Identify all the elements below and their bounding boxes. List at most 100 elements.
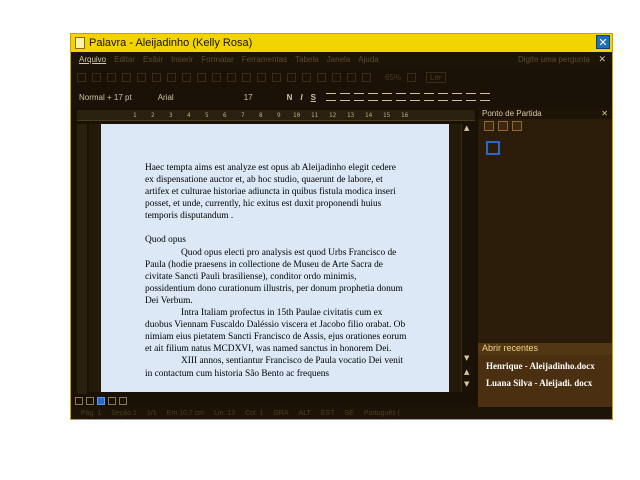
table-icon[interactable] bbox=[317, 72, 326, 82]
status-page: Pág. 1 bbox=[81, 409, 102, 417]
spelling-icon[interactable] bbox=[182, 72, 191, 82]
show-marks-icon[interactable] bbox=[362, 72, 371, 82]
status-mode-ovr[interactable]: SE bbox=[344, 410, 353, 417]
status-position: Em 10,7 cm bbox=[166, 409, 205, 417]
italic-button[interactable]: I bbox=[300, 93, 302, 102]
decrease-indent-icon[interactable] bbox=[423, 93, 434, 101]
open-icon[interactable] bbox=[92, 72, 101, 82]
align-left-icon[interactable] bbox=[325, 93, 336, 101]
status-language: Português ( bbox=[363, 409, 401, 417]
zoom-select[interactable]: 65% bbox=[385, 73, 401, 82]
back-icon[interactable] bbox=[484, 121, 494, 131]
new-icon[interactable] bbox=[77, 72, 86, 82]
border-icon[interactable] bbox=[451, 93, 462, 101]
status-mode-rec[interactable]: GRA bbox=[273, 410, 288, 417]
menu-exibir[interactable]: Exibir bbox=[143, 55, 163, 64]
menu-janela[interactable]: Janela bbox=[327, 55, 351, 64]
status-mode-ext[interactable]: EST bbox=[321, 410, 335, 417]
numbering-icon[interactable] bbox=[395, 93, 406, 101]
ruler-tick: 4 bbox=[187, 112, 191, 119]
formatting-toolbar: Normal + 17 pt Arial 17 N I S bbox=[71, 88, 612, 106]
print-icon[interactable] bbox=[152, 72, 161, 82]
read-button[interactable]: Ler bbox=[426, 71, 446, 83]
redo-icon[interactable] bbox=[287, 72, 296, 82]
menu-arquivo[interactable]: Arquivo bbox=[79, 55, 106, 64]
vertical-scrollbar[interactable]: ▲ ▼ ▲ ▼ bbox=[461, 124, 474, 392]
paste-icon[interactable] bbox=[242, 72, 251, 82]
forward-icon[interactable] bbox=[498, 121, 508, 131]
reading-view-icon[interactable] bbox=[119, 397, 127, 405]
task-pane: Ponto de Partida ✕ Abrir recentes Henriq… bbox=[478, 107, 612, 419]
office-online-icon[interactable] bbox=[486, 141, 500, 155]
menu-editar[interactable]: Editar bbox=[114, 55, 135, 64]
normal-view-icon[interactable] bbox=[75, 397, 83, 405]
ruler-tick: 9 bbox=[277, 112, 281, 119]
ruler-tick: 1 bbox=[133, 112, 137, 119]
font-select[interactable]: Arial bbox=[158, 93, 174, 102]
ruler-tick: 13 bbox=[347, 112, 355, 119]
email-icon[interactable] bbox=[137, 72, 146, 82]
outline-view-icon[interactable] bbox=[108, 397, 116, 405]
highlight-icon[interactable] bbox=[465, 93, 476, 101]
ruler-tick: 11 bbox=[311, 112, 319, 119]
section-heading: Quod opus bbox=[145, 235, 186, 246]
columns-icon[interactable] bbox=[332, 72, 341, 82]
standard-toolbar: 65% Ler bbox=[71, 66, 612, 88]
copy-icon[interactable] bbox=[227, 72, 236, 82]
style-select[interactable]: Normal + 17 pt bbox=[79, 93, 132, 102]
help-icon[interactable] bbox=[407, 72, 417, 82]
permission-icon[interactable] bbox=[122, 72, 131, 82]
underline-button[interactable]: S bbox=[311, 93, 316, 102]
hyperlink-icon[interactable] bbox=[302, 72, 311, 82]
task-pane-close-icon[interactable]: ✕ bbox=[601, 109, 608, 118]
status-line: Lin. 13 bbox=[214, 409, 236, 417]
recent-file[interactable]: Luana Silva - Aleijadi. docx bbox=[486, 378, 592, 388]
research-icon[interactable] bbox=[197, 72, 206, 82]
scroll-up-icon[interactable]: ▲ bbox=[464, 124, 469, 132]
document-page[interactable]: Haec tempta aims est analyze est opus ab… bbox=[101, 124, 449, 392]
horizontal-ruler[interactable]: 1 2 3 4 5 6 7 8 9 10 11 12 13 14 15 16 bbox=[77, 110, 475, 121]
previous-page-icon[interactable]: ▲ bbox=[464, 368, 469, 376]
menu-ferramentas[interactable]: Ferramentas bbox=[242, 55, 287, 64]
align-right-icon[interactable] bbox=[353, 93, 364, 101]
next-page-icon[interactable]: ▼ bbox=[464, 380, 469, 388]
scroll-down-icon[interactable]: ▼ bbox=[464, 354, 469, 362]
paragraph: Haec tempta aims est analyze est opus ab… bbox=[145, 163, 396, 222]
close-icon[interactable]: ✕ bbox=[596, 35, 610, 49]
vertical-ruler[interactable] bbox=[77, 124, 87, 394]
web-view-icon[interactable] bbox=[86, 397, 94, 405]
font-size-select[interactable]: 17 bbox=[244, 93, 253, 102]
menu-tabela[interactable]: Tabela bbox=[295, 55, 319, 64]
ask-question-box[interactable]: Digite uma pergunta bbox=[518, 55, 590, 64]
save-icon[interactable] bbox=[107, 72, 116, 82]
view-buttons bbox=[75, 396, 130, 406]
align-center-icon[interactable] bbox=[339, 93, 350, 101]
home-icon[interactable] bbox=[512, 121, 522, 131]
bold-button[interactable]: N bbox=[287, 93, 293, 102]
print-view-icon[interactable] bbox=[97, 397, 105, 405]
print-preview-icon[interactable] bbox=[167, 72, 176, 82]
increase-indent-icon[interactable] bbox=[437, 93, 448, 101]
format-painter-icon[interactable] bbox=[257, 72, 266, 82]
paragraph: Quod opus electi pro analysis est quod U… bbox=[145, 247, 403, 306]
recent-file[interactable]: Henrique - Aleijadinho.docx bbox=[486, 361, 595, 371]
cut-icon[interactable] bbox=[212, 72, 221, 82]
ruler-tick: 2 bbox=[151, 112, 155, 119]
window-title: Palavra - Aleijadinho (Kelly Rosa) bbox=[89, 37, 253, 49]
undo-icon[interactable] bbox=[272, 72, 281, 82]
line-spacing-icon[interactable] bbox=[381, 93, 392, 101]
menu-formatar[interactable]: Formatar bbox=[201, 55, 233, 64]
ruler-tick: 5 bbox=[205, 112, 209, 119]
drawing-icon[interactable] bbox=[347, 72, 356, 82]
document-close-icon[interactable]: ✕ bbox=[598, 54, 606, 65]
menu-ajuda[interactable]: Ajuda bbox=[358, 55, 378, 64]
document-text[interactable]: Haec tempta aims est analyze est opus ab… bbox=[145, 162, 407, 380]
font-color-icon[interactable] bbox=[479, 93, 490, 101]
justify-icon[interactable] bbox=[367, 93, 378, 101]
ruler-tick: 6 bbox=[223, 112, 227, 119]
document-area[interactable]: Haec tempta aims est analyze est opus ab… bbox=[89, 124, 461, 392]
status-mode-trk[interactable]: ALT bbox=[299, 410, 311, 417]
menu-inserir[interactable]: Inserir bbox=[171, 55, 193, 64]
title-bar: Palavra - Aleijadinho (Kelly Rosa) ✕ bbox=[71, 34, 612, 52]
bullets-icon[interactable] bbox=[409, 93, 420, 101]
